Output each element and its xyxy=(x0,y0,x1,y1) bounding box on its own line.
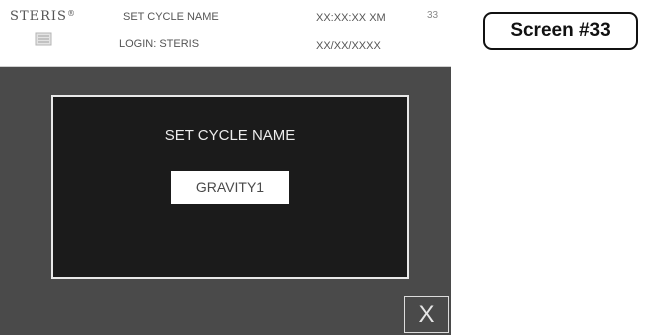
screen-tag: Screen #33 xyxy=(483,12,638,50)
control-panel-screen: STERIS® SET CYCLE NAME LOGIN: STERIS XX:… xyxy=(0,0,451,335)
close-button[interactable]: X xyxy=(404,296,449,333)
time-display: XX:XX:XX XM xyxy=(316,12,386,24)
screen-title: SET CYCLE NAME xyxy=(123,11,219,23)
status-header: STERIS® SET CYCLE NAME LOGIN: STERIS XX:… xyxy=(0,0,451,67)
screen-number: 33 xyxy=(427,10,439,21)
cycle-name-field[interactable]: GRAVITY1 xyxy=(171,171,289,204)
dialog-title: SET CYCLE NAME xyxy=(164,127,296,144)
set-cycle-name-dialog: SET CYCLE NAME GRAVITY1 xyxy=(51,95,409,279)
brand-name: STERIS xyxy=(10,9,67,24)
brand-registered-mark: ® xyxy=(66,9,76,18)
brand-logo: STERIS® xyxy=(0,9,86,24)
steris-emblem-icon xyxy=(35,32,52,46)
login-status: LOGIN: STERIS xyxy=(119,38,200,50)
close-icon: X xyxy=(418,301,435,328)
date-display: XX/XX/XXXX xyxy=(316,40,381,52)
